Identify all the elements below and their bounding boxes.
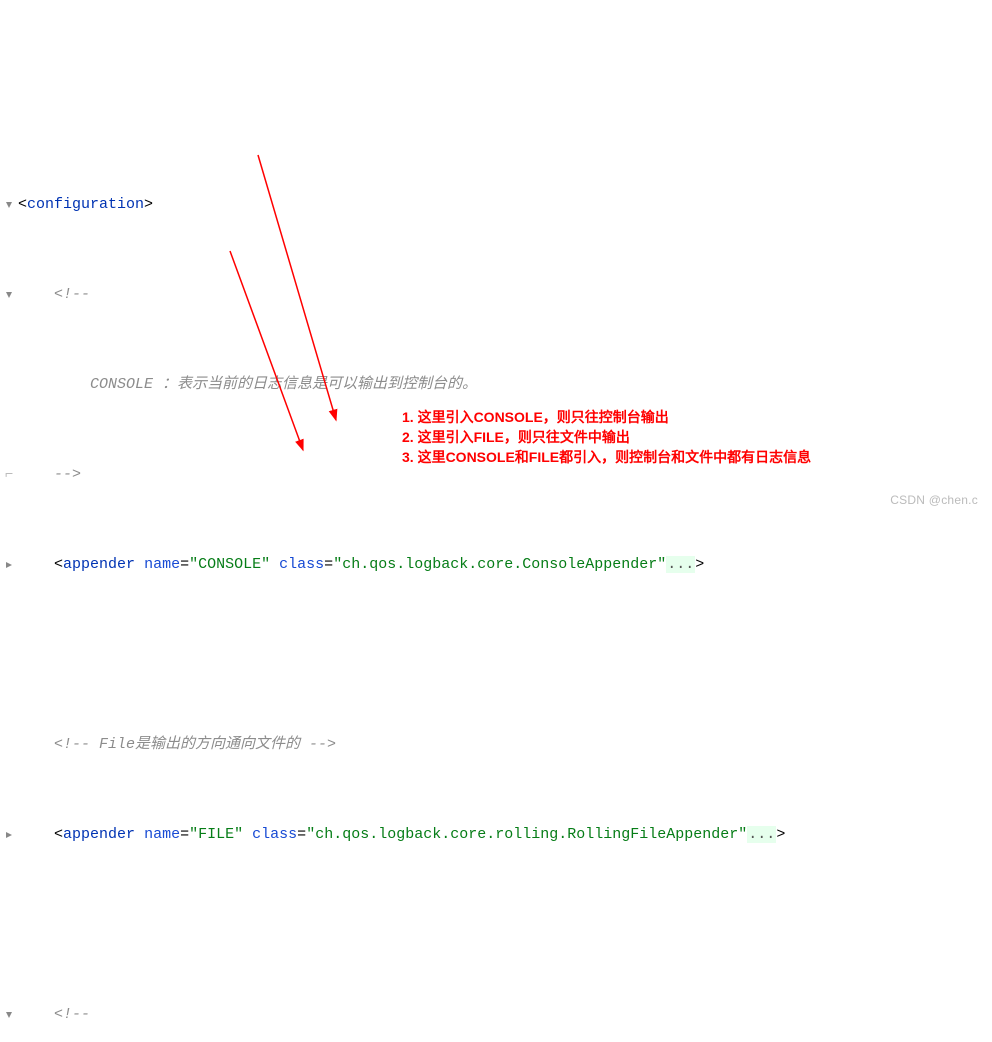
code-line: ⌐ --> <box>0 460 992 490</box>
fold-gutter[interactable] <box>0 560 18 570</box>
code-text: <!-- <box>18 1000 992 1030</box>
code-line: <!-- File是输出的方向通向文件的 --> <box>0 730 992 760</box>
fold-gutter[interactable] <box>0 290 18 300</box>
code-line: <configuration> <box>0 190 992 220</box>
code-text: <!-- <box>18 280 992 310</box>
code-line: CONSOLE ：表示当前的日志信息是可以输出到控制台的。 <box>0 370 992 400</box>
code-editor: <configuration> <!-- CONSOLE ：表示当前的日志信息是… <box>0 120 992 1042</box>
fold-indicator: ⌐ <box>0 460 18 491</box>
watermark: CSDN @chen.c <box>890 485 978 515</box>
code-text: <configuration> <box>18 190 992 220</box>
fold-gutter[interactable] <box>0 830 18 840</box>
code-line: <!-- <box>0 1000 992 1030</box>
code-text: CONSOLE ：表示当前的日志信息是可以输出到控制台的。 <box>18 370 992 400</box>
code-text: --> <box>18 460 992 490</box>
code-line <box>0 640 992 670</box>
code-text: <appender name="CONSOLE" class="ch.qos.l… <box>18 550 992 580</box>
code-line: <appender name="CONSOLE" class="ch.qos.l… <box>0 550 992 580</box>
code-line: <!-- <box>0 280 992 310</box>
fold-ellipsis[interactable]: ... <box>747 826 776 843</box>
fold-gutter[interactable] <box>0 200 18 210</box>
code-line <box>0 910 992 940</box>
fold-ellipsis[interactable]: ... <box>666 556 695 573</box>
code-text: <appender name="FILE" class="ch.qos.logb… <box>18 820 992 850</box>
code-text: <!-- File是输出的方向通向文件的 --> <box>18 730 992 760</box>
fold-gutter[interactable] <box>0 1010 18 1020</box>
code-line: <appender name="FILE" class="ch.qos.logb… <box>0 820 992 850</box>
